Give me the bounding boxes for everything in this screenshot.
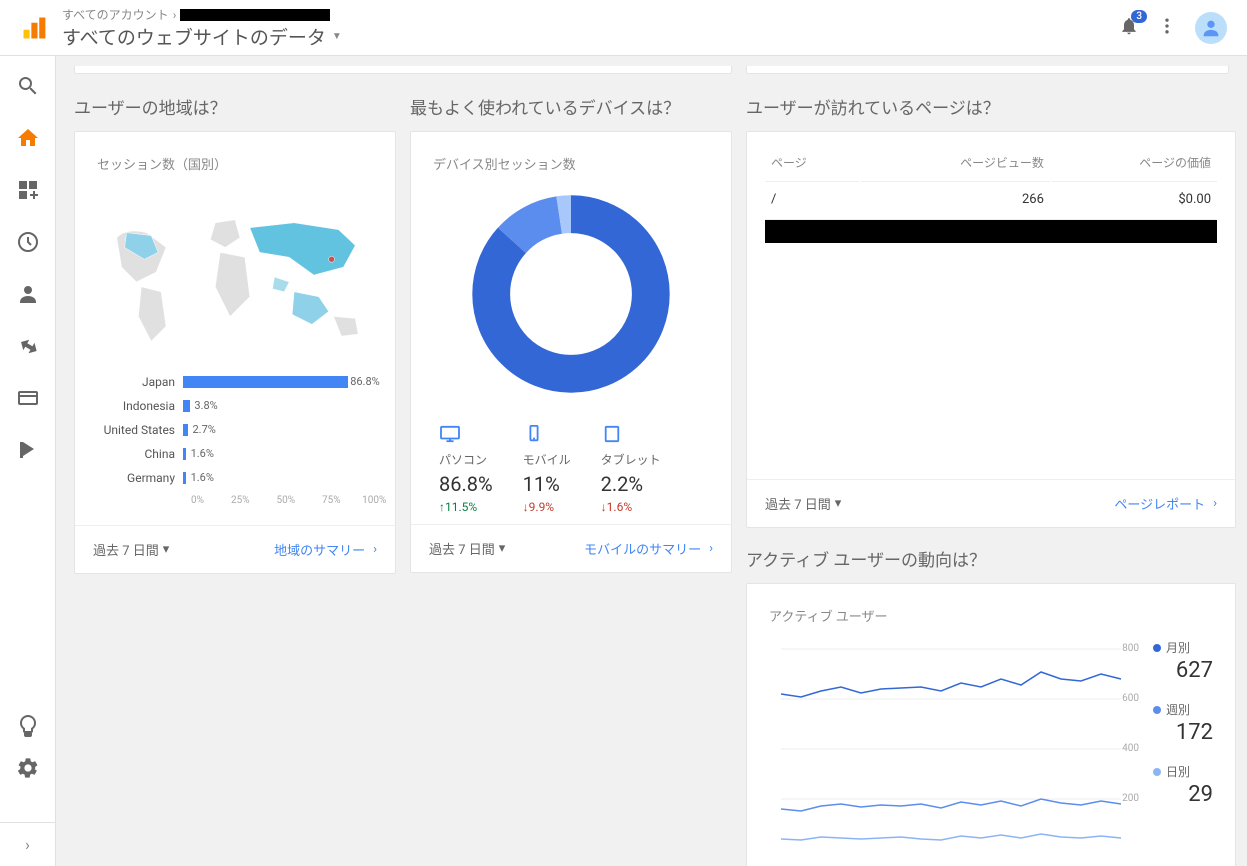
date-range-selector[interactable]: 過去 7 日間 ▾: [765, 494, 841, 513]
tablet-icon: [601, 425, 661, 447]
device-donut-chart[interactable]: [433, 189, 709, 399]
col-page-value: ページの価値: [1052, 146, 1217, 179]
collapse-sidebar-icon[interactable]: ›: [0, 822, 55, 866]
pages-table: ページ ページビュー数 ページの価値 / 266 $0.00: [763, 144, 1219, 245]
redacted-account-name: [180, 9, 330, 21]
bar-row[interactable]: Germany1.6%: [97, 471, 373, 485]
devices-card: デバイス別セッション数 パソコン 86.8% ↑11: [410, 131, 732, 573]
legend-weekly[interactable]: 週別 172: [1153, 701, 1213, 745]
more-menu-icon[interactable]: [1157, 16, 1177, 40]
header-title-block[interactable]: すべてのアカウント› すべてのウェブサイトのデータ ▼: [62, 6, 342, 50]
active-users-chart[interactable]: 800 600 400 200: [769, 639, 1133, 849]
chevron-down-icon: ▾: [835, 496, 842, 511]
legend-dot-icon: [1153, 768, 1161, 776]
trend-down-icon: ↓9.9%: [523, 500, 571, 514]
mobile-report-link[interactable]: モバイルのサマリー›: [584, 539, 713, 558]
devices-card-title: デバイス別セッション数: [433, 154, 709, 173]
realtime-icon[interactable]: [16, 230, 40, 254]
device-desktop[interactable]: パソコン 86.8% ↑11.5%: [439, 425, 493, 514]
discover-icon[interactable]: [16, 714, 40, 738]
conversions-icon[interactable]: [16, 438, 40, 462]
geo-card-title: セッション数（国別）: [97, 154, 373, 173]
search-icon[interactable]: [16, 74, 40, 98]
bar-row[interactable]: China1.6%: [97, 447, 373, 461]
date-range-selector[interactable]: 過去 7 日間 ▾: [93, 540, 169, 559]
trend-down-icon: ↓1.6%: [601, 500, 661, 514]
behavior-icon[interactable]: [16, 386, 40, 410]
chevron-right-icon: ›: [373, 542, 377, 557]
notification-badge: 3: [1131, 10, 1147, 23]
pages-card: ページ ページビュー数 ページの価値 / 266 $0.00: [746, 131, 1236, 528]
geo-report-link[interactable]: 地域のサマリー›: [274, 540, 377, 559]
card-stub: [746, 66, 1229, 74]
notifications-button[interactable]: 3: [1119, 16, 1139, 40]
active-users-card: アクティブ ユーザー 800 600: [746, 583, 1236, 866]
legend-monthly[interactable]: 月別 627: [1153, 639, 1213, 683]
bar-row[interactable]: United States2.7%: [97, 423, 373, 437]
section-heading-geo: ユーザーの地域は？: [74, 94, 396, 119]
acquisition-icon[interactable]: [16, 334, 40, 358]
chevron-right-icon: ›: [709, 541, 713, 556]
world-map[interactable]: [97, 187, 373, 367]
dropdown-icon[interactable]: ▼: [332, 31, 342, 42]
active-users-title: アクティブ ユーザー: [769, 606, 1213, 625]
device-tablet[interactable]: タブレット 2.2% ↓1.6%: [601, 425, 661, 514]
desktop-icon: [439, 425, 493, 447]
legend-dot-icon: [1153, 706, 1161, 714]
legend-dot-icon: [1153, 644, 1161, 652]
device-mobile[interactable]: モバイル 11% ↓9.9%: [523, 425, 571, 514]
section-heading-active: アクティブ ユーザーの動向は？: [746, 546, 1236, 571]
breadcrumb[interactable]: すべてのアカウント›: [62, 6, 342, 23]
page-title: すべてのウェブサイトのデータ: [62, 23, 326, 50]
avatar[interactable]: [1195, 12, 1227, 44]
geo-card: セッション数（国別）: [74, 131, 396, 574]
section-heading-pages: ユーザーが訪れているページは？: [746, 94, 1236, 119]
sidebar: ›: [0, 56, 56, 866]
mobile-icon: [523, 425, 571, 447]
legend-daily[interactable]: 日別 29: [1153, 763, 1213, 807]
card-stub: [74, 66, 732, 74]
admin-icon[interactable]: [16, 756, 40, 780]
col-page: ページ: [765, 146, 859, 179]
col-pageviews: ページビュー数: [861, 146, 1050, 179]
analytics-logo-icon: [20, 14, 48, 42]
table-row[interactable]: / 266 $0.00: [765, 181, 1217, 217]
table-row-redacted: [765, 219, 1217, 243]
section-heading-devices: 最もよく使われているデバイスは？: [410, 94, 732, 119]
date-range-selector[interactable]: 過去 7 日間 ▾: [429, 539, 505, 558]
trend-up-icon: ↑11.5%: [439, 500, 493, 514]
bar-row[interactable]: Indonesia3.8%: [97, 399, 373, 413]
customization-icon[interactable]: [16, 178, 40, 202]
pages-report-link[interactable]: ページレポート›: [1114, 494, 1217, 513]
main-content: ユーザーの地域は？ セッション数（国別）: [56, 56, 1247, 866]
bar-axis: 0% 25% 50% 75% 100%: [191, 495, 373, 515]
chevron-down-icon: ▾: [499, 541, 506, 556]
home-icon[interactable]: [16, 126, 40, 150]
country-bar-chart: Japan86.8% Indonesia3.8% United States2.…: [97, 375, 373, 515]
chevron-right-icon: ›: [1213, 496, 1217, 511]
chevron-down-icon: ▾: [163, 542, 170, 557]
active-users-legend: 月別 627 週別 172 日別 29: [1153, 639, 1213, 849]
bar-row[interactable]: Japan86.8%: [97, 375, 373, 389]
header: すべてのアカウント› すべてのウェブサイトのデータ ▼ 3: [0, 0, 1247, 56]
audience-icon[interactable]: [16, 282, 40, 306]
